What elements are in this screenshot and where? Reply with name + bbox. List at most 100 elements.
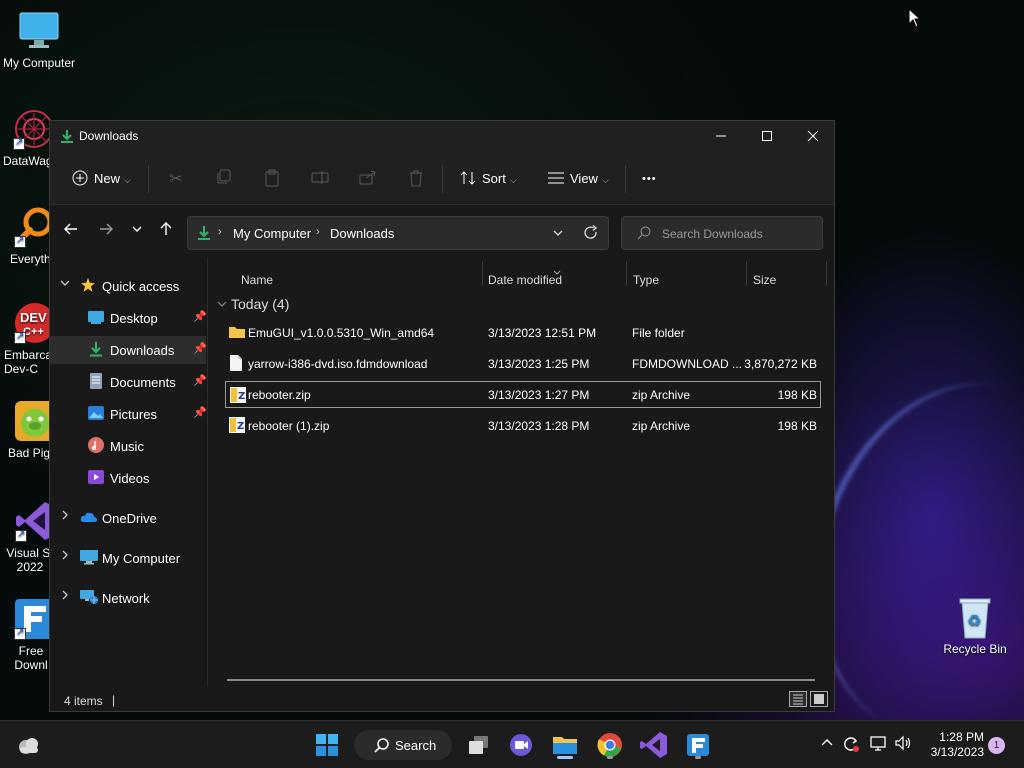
view-button[interactable]: View ⌵ bbox=[546, 165, 609, 193]
music-icon bbox=[88, 437, 104, 453]
nav-item-documents[interactable]: Documents 📌 bbox=[50, 368, 207, 396]
plus-circle-icon bbox=[70, 165, 90, 193]
new-button[interactable]: New ⌵ bbox=[70, 165, 131, 193]
volume-icon[interactable] bbox=[892, 735, 914, 754]
nav-label: Documents bbox=[110, 375, 176, 390]
nav-quick-access[interactable]: Quick access bbox=[50, 272, 206, 300]
maximize-button[interactable] bbox=[744, 121, 790, 151]
desktop-icon-label: Recycle Bin bbox=[943, 642, 1007, 656]
running-app-indicator bbox=[607, 756, 613, 759]
sync-alert-icon[interactable] bbox=[840, 735, 862, 756]
nav-item-desktop[interactable]: Desktop 📌 bbox=[50, 304, 207, 332]
copy-icon[interactable] bbox=[213, 169, 235, 189]
column-divider[interactable] bbox=[482, 261, 483, 285]
desktop-icon-recycle-bin[interactable]: ♻ Recycle Bin bbox=[937, 596, 1013, 656]
teams-chat-icon[interactable] bbox=[505, 729, 537, 761]
file-type: FDMDOWNLOAD ... bbox=[632, 357, 742, 371]
table-row[interactable]: Z rebooter (1).zip 3/13/2023 1:28 PM zip… bbox=[225, 412, 821, 439]
refresh-icon[interactable] bbox=[583, 225, 599, 244]
table-row[interactable]: Z rebooter.zip 3/13/2023 1:27 PM zip Arc… bbox=[225, 381, 821, 408]
delete-icon[interactable] bbox=[405, 169, 427, 189]
desktop-icon-embarcadero[interactable]: DEVC++ Embarca Dev-C bbox=[4, 302, 55, 376]
minimize-button[interactable] bbox=[698, 121, 744, 151]
view-lines-icon bbox=[546, 165, 566, 193]
nav-label: Pictures bbox=[110, 407, 157, 422]
recent-locations-chevron-icon[interactable] bbox=[125, 221, 149, 243]
pin-icon[interactable]: 📌 bbox=[193, 342, 207, 355]
address-dropdown-chevron-icon[interactable] bbox=[552, 227, 564, 242]
column-header-date[interactable]: Date modified bbox=[488, 273, 562, 287]
desktop-icon-label: Free Downl bbox=[14, 644, 48, 672]
taskbar-clock[interactable]: 1:28 PM 3/13/2023 bbox=[918, 730, 984, 760]
file-icon bbox=[229, 355, 243, 371]
column-header-size[interactable]: Size bbox=[753, 273, 776, 287]
expand-chevron-icon[interactable] bbox=[60, 550, 70, 563]
file-explorer-taskbar-icon[interactable] bbox=[549, 729, 581, 761]
start-button[interactable] bbox=[311, 729, 343, 761]
file-name: yarrow-i386-dvd.iso.fdmdownload bbox=[248, 357, 428, 371]
breadcrumb-chevron-icon: › bbox=[316, 226, 320, 238]
chevron-down-icon: ⌵ bbox=[124, 175, 131, 185]
taskbar-search-button[interactable]: Search bbox=[354, 730, 452, 760]
rename-icon[interactable] bbox=[309, 169, 331, 189]
close-button[interactable] bbox=[790, 121, 836, 151]
network-status-icon[interactable] bbox=[868, 735, 890, 754]
collapse-chevron-icon bbox=[217, 296, 231, 312]
column-divider[interactable] bbox=[826, 261, 827, 285]
table-row[interactable]: yarrow-i386-dvd.iso.fdmdownload 3/13/202… bbox=[225, 350, 821, 377]
visual-studio-taskbar-icon[interactable] bbox=[638, 729, 670, 761]
back-arrow-icon[interactable] bbox=[59, 221, 83, 243]
desktop-icon-visual-studio[interactable]: Visual St 2022 bbox=[5, 500, 55, 574]
file-size: 198 KB bbox=[777, 388, 817, 402]
up-arrow-icon[interactable] bbox=[154, 221, 178, 243]
more-options-button[interactable]: ••• bbox=[642, 165, 657, 193]
pin-icon[interactable]: 📌 bbox=[193, 374, 207, 387]
nav-onedrive[interactable]: OneDrive bbox=[50, 504, 206, 532]
weather-widget-icon[interactable] bbox=[12, 729, 44, 761]
pin-icon[interactable]: 📌 bbox=[193, 310, 207, 323]
file-list: Name Date modified Type Size Today (4) E… bbox=[209, 257, 835, 687]
nav-item-music[interactable]: Music bbox=[50, 432, 206, 460]
free-download-manager-taskbar-icon[interactable] bbox=[682, 729, 714, 761]
notification-badge[interactable]: 1 bbox=[988, 737, 1005, 754]
desktop-icon-free-download-manager[interactable]: Free Downl bbox=[8, 598, 55, 672]
nav-item-pictures[interactable]: Pictures 📌 bbox=[50, 400, 207, 428]
search-input[interactable]: Search Downloads bbox=[621, 216, 823, 250]
chrome-icon[interactable] bbox=[594, 729, 626, 761]
divider bbox=[625, 165, 626, 193]
expand-chevron-icon[interactable] bbox=[60, 278, 70, 291]
shortcut-arrow-icon bbox=[15, 528, 27, 542]
expand-chevron-icon[interactable] bbox=[60, 510, 70, 523]
breadcrumb-my-computer[interactable]: My Computer bbox=[233, 226, 311, 241]
pin-icon[interactable]: 📌 bbox=[193, 406, 207, 419]
nav-label: My Computer bbox=[102, 551, 181, 566]
expand-chevron-icon[interactable] bbox=[60, 590, 70, 603]
breadcrumb-downloads[interactable]: Downloads bbox=[330, 226, 394, 241]
forward-arrow-icon[interactable] bbox=[94, 221, 118, 243]
nav-item-videos[interactable]: Videos bbox=[50, 464, 206, 492]
clock-date: 3/13/2023 bbox=[930, 745, 984, 759]
horizontal-scrollbar[interactable] bbox=[227, 679, 815, 681]
file-name: rebooter (1).zip bbox=[248, 419, 330, 433]
task-view-icon[interactable] bbox=[463, 729, 495, 761]
large-icons-view-button[interactable] bbox=[810, 691, 828, 707]
nav-network[interactable]: Network bbox=[50, 584, 206, 612]
table-row[interactable]: EmuGUI_v1.0.0.5310_Win_amd64 3/13/2023 1… bbox=[225, 319, 821, 346]
sort-button[interactable]: Sort ⌵ bbox=[458, 165, 517, 193]
show-hidden-icons-chevron-icon[interactable] bbox=[816, 735, 838, 752]
column-header-type[interactable]: Type bbox=[633, 273, 659, 287]
group-header-today[interactable]: Today (4) bbox=[217, 296, 289, 312]
details-view-button[interactable] bbox=[789, 691, 807, 707]
title-bar[interactable]: Downloads bbox=[50, 121, 834, 151]
nav-my-computer[interactable]: My Computer bbox=[50, 544, 206, 572]
column-divider[interactable] bbox=[746, 261, 747, 285]
paste-icon[interactable] bbox=[261, 169, 283, 189]
address-bar[interactable]: › My Computer › Downloads bbox=[187, 216, 609, 250]
desktop-icon-my-computer[interactable]: My Computer bbox=[1, 10, 77, 70]
cut-icon[interactable]: ✂ bbox=[165, 169, 187, 189]
column-header-name[interactable]: Name bbox=[241, 273, 273, 287]
desktop-icon-label: Embarca Dev-C bbox=[4, 348, 53, 376]
nav-item-downloads[interactable]: Downloads 📌 bbox=[50, 336, 207, 364]
column-divider[interactable] bbox=[626, 261, 627, 285]
share-icon[interactable] bbox=[357, 169, 379, 189]
